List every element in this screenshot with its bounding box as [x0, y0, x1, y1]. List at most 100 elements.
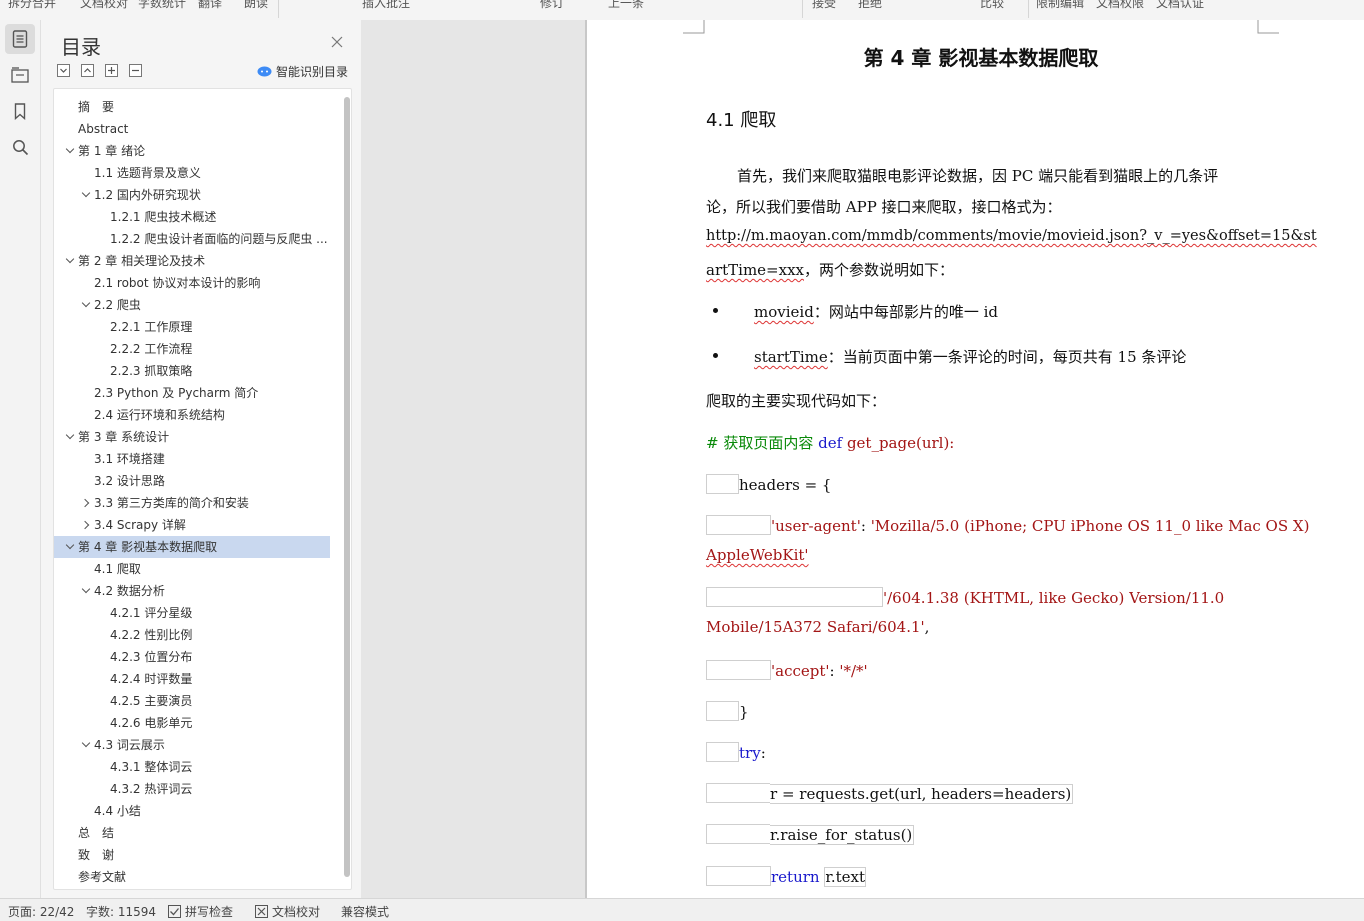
toc-item[interactable]: 2.2 爬虫 [54, 294, 330, 316]
toc-item[interactable]: 总 结 [54, 822, 330, 844]
toolbar-divider [278, 0, 279, 18]
toc-toolbar [57, 64, 142, 77]
toc-item[interactable]: 2.4 运行环境和系统结构 [54, 404, 330, 426]
code-text: headers = { [739, 476, 832, 494]
toc-title: 目录 [61, 35, 101, 59]
chevron-down-icon[interactable] [65, 536, 77, 558]
toc-item[interactable]: 4.2.1 评分星级 [54, 602, 330, 624]
toolbar-item[interactable]: 比较 [980, 0, 1004, 11]
toc-item[interactable]: 1.2.2 爬虫设计者面临的问题与反爬虫 ... [54, 228, 330, 250]
toolbar: 拆分合并 文档校对 字数统计 翻译 朗读 插入批注 修订 上一条 接受 拒绝 比… [0, 0, 1364, 21]
chapter-nav-button[interactable] [5, 60, 35, 90]
close-icon[interactable] [331, 36, 343, 48]
toc-item[interactable]: 2.1 robot 协议对本设计的影响 [54, 272, 330, 294]
toolbar-item[interactable]: 文档权限 [1096, 0, 1144, 11]
search-button[interactable] [5, 132, 35, 162]
toc-item[interactable]: 参考文献 [54, 866, 330, 888]
toolbar-item[interactable]: 拒绝 [858, 0, 882, 11]
expand-all-icon[interactable] [57, 64, 70, 77]
toc-item[interactable]: 2.3 Python 及 Pycharm 简介 [54, 382, 330, 404]
collapse-all-icon[interactable] [81, 64, 94, 77]
toc-item[interactable]: 致 谢 [54, 844, 330, 866]
toc-scrollbar[interactable] [344, 97, 350, 877]
page-indicator[interactable]: 页面: 22/42 [8, 903, 74, 920]
toc-item[interactable]: 4.2.3 位置分布 [54, 646, 330, 668]
toolbar-item[interactable]: 限制编辑 [1036, 0, 1084, 11]
toolbar-item[interactable]: 接受 [812, 0, 836, 11]
toc-item[interactable]: 第 3 章 系统设计 [54, 426, 330, 448]
toc-tree: 摘 要 Abstract 第 1 章 绪论 1.1 选题背景及意义 1.2 国内外研究现… [53, 88, 352, 890]
toc-item-label: 第 1 章 绪论 [78, 144, 146, 158]
toc-item[interactable]: 3.4 Scrapy 详解 [54, 514, 330, 536]
status-bar: 页面: 22/42 字数: 11594 拼写检查 文档校对 兼容模式 [0, 898, 1364, 921]
toc-item[interactable]: 2.2.2 工作流程 [54, 338, 330, 360]
toc-item[interactable]: 第 4 章 影视基本数据爬取 [54, 536, 330, 558]
code-text: r = requests.get(url, headers=headers) [770, 784, 1074, 804]
toc-item[interactable]: 摘 要 [54, 96, 330, 118]
spell-check-toggle[interactable]: 拼写检查 [168, 903, 233, 920]
toc-item[interactable]: 1.2.1 爬虫技术概述 [54, 206, 330, 228]
indent-marker [706, 474, 739, 494]
toc-item[interactable]: 第 1 章 绪论 [54, 140, 330, 162]
code-keyword: try [739, 744, 761, 762]
toc-item[interactable]: 4.2.2 性别比例 [54, 624, 330, 646]
toc-panel-button[interactable] [5, 24, 35, 54]
toc-item[interactable]: 1.1 选题背景及意义 [54, 162, 330, 184]
chevron-down-icon[interactable] [65, 140, 77, 162]
chevron-down-icon[interactable] [65, 250, 77, 272]
chevron-right-icon[interactable] [81, 492, 93, 514]
chevron-down-icon[interactable] [81, 580, 93, 602]
chapter-icon [11, 67, 29, 83]
toc-item[interactable]: 4.2.4 时评数量 [54, 668, 330, 690]
toolbar-item[interactable]: 插入批注 [362, 0, 410, 11]
search-icon [12, 139, 28, 155]
document-page[interactable]: 第 4 章 影视基本数据爬取 4.1 爬取 首先，我们来爬取猫眼电影评论数据，因… [587, 20, 1364, 898]
toolbar-item[interactable]: 朗读 [244, 0, 268, 11]
toc-item[interactable]: 3.1 环境搭建 [54, 448, 330, 470]
remove-heading-icon[interactable] [129, 64, 142, 77]
toc-item-label: 第 4 章 影视基本数据爬取 [78, 540, 218, 554]
indent-marker [706, 866, 771, 886]
code-string: '*/*' [839, 662, 868, 680]
toc-item[interactable]: 4.4 小结 [54, 800, 330, 822]
toc-item[interactable]: Abstract [54, 118, 330, 140]
toc-item[interactable]: 2.2.3 抓取策略 [54, 360, 330, 382]
toc-item-label: 致 谢 [78, 848, 115, 862]
code-string: 'user-agent' [771, 517, 861, 535]
toolbar-item[interactable]: 拆分合并 [8, 0, 56, 11]
bookmark-button[interactable] [5, 96, 35, 126]
word-count[interactable]: 字数: 11594 [86, 903, 156, 920]
chevron-down-icon[interactable] [81, 294, 93, 316]
chevron-down-icon[interactable] [65, 426, 77, 448]
chevron-right-icon[interactable] [81, 514, 93, 536]
toc-item[interactable]: 2.2.1 工作原理 [54, 316, 330, 338]
toc-item[interactable]: 3.3 第三方类库的简介和安装 [54, 492, 330, 514]
toc-item[interactable]: 4.3 词云展示 [54, 734, 330, 756]
toc-item[interactable]: 3.2 设计思路 [54, 470, 330, 492]
toc-item[interactable]: 4.3.1 整体词云 [54, 756, 330, 778]
indent-marker [706, 701, 739, 721]
toolbar-item[interactable]: 上一条 [608, 0, 644, 11]
toc-item[interactable]: 4.2.6 电影单元 [54, 712, 330, 734]
toc-item[interactable]: 4.2 数据分析 [54, 580, 330, 602]
toolbar-item[interactable]: 文档认证 [1156, 0, 1204, 11]
toc-item-label: 2.4 运行环境和系统结构 [94, 408, 225, 422]
chevron-down-icon[interactable] [81, 184, 93, 206]
toolbar-item[interactable]: 修订 [540, 0, 564, 11]
toc-item[interactable]: 4.2.5 主要演员 [54, 690, 330, 712]
toc-item[interactable]: 第 2 章 相关理论及技术 [54, 250, 330, 272]
chevron-down-icon[interactable] [81, 734, 93, 756]
param-name: startTime [754, 348, 828, 366]
toc-item-label: 参考文献 [78, 870, 127, 884]
toc-item[interactable]: 4.3.2 热评词云 [54, 778, 330, 800]
smart-toc-button[interactable]: 智能识别目录 [257, 63, 348, 80]
proofread-toggle[interactable]: 文档校对 [255, 903, 320, 920]
toolbar-item[interactable]: 字数统计 [138, 0, 186, 11]
toolbar-item[interactable]: 文档校对 [80, 0, 128, 11]
toc-item[interactable]: 1.2 国内外研究现状 [54, 184, 330, 206]
code-text: r.raise_for_status() [770, 825, 915, 845]
toc-item-label: 2.1 robot 协议对本设计的影响 [94, 276, 261, 290]
toolbar-item[interactable]: 翻译 [198, 0, 222, 11]
add-heading-icon[interactable] [105, 64, 118, 77]
toc-item[interactable]: 4.1 爬取 [54, 558, 330, 580]
